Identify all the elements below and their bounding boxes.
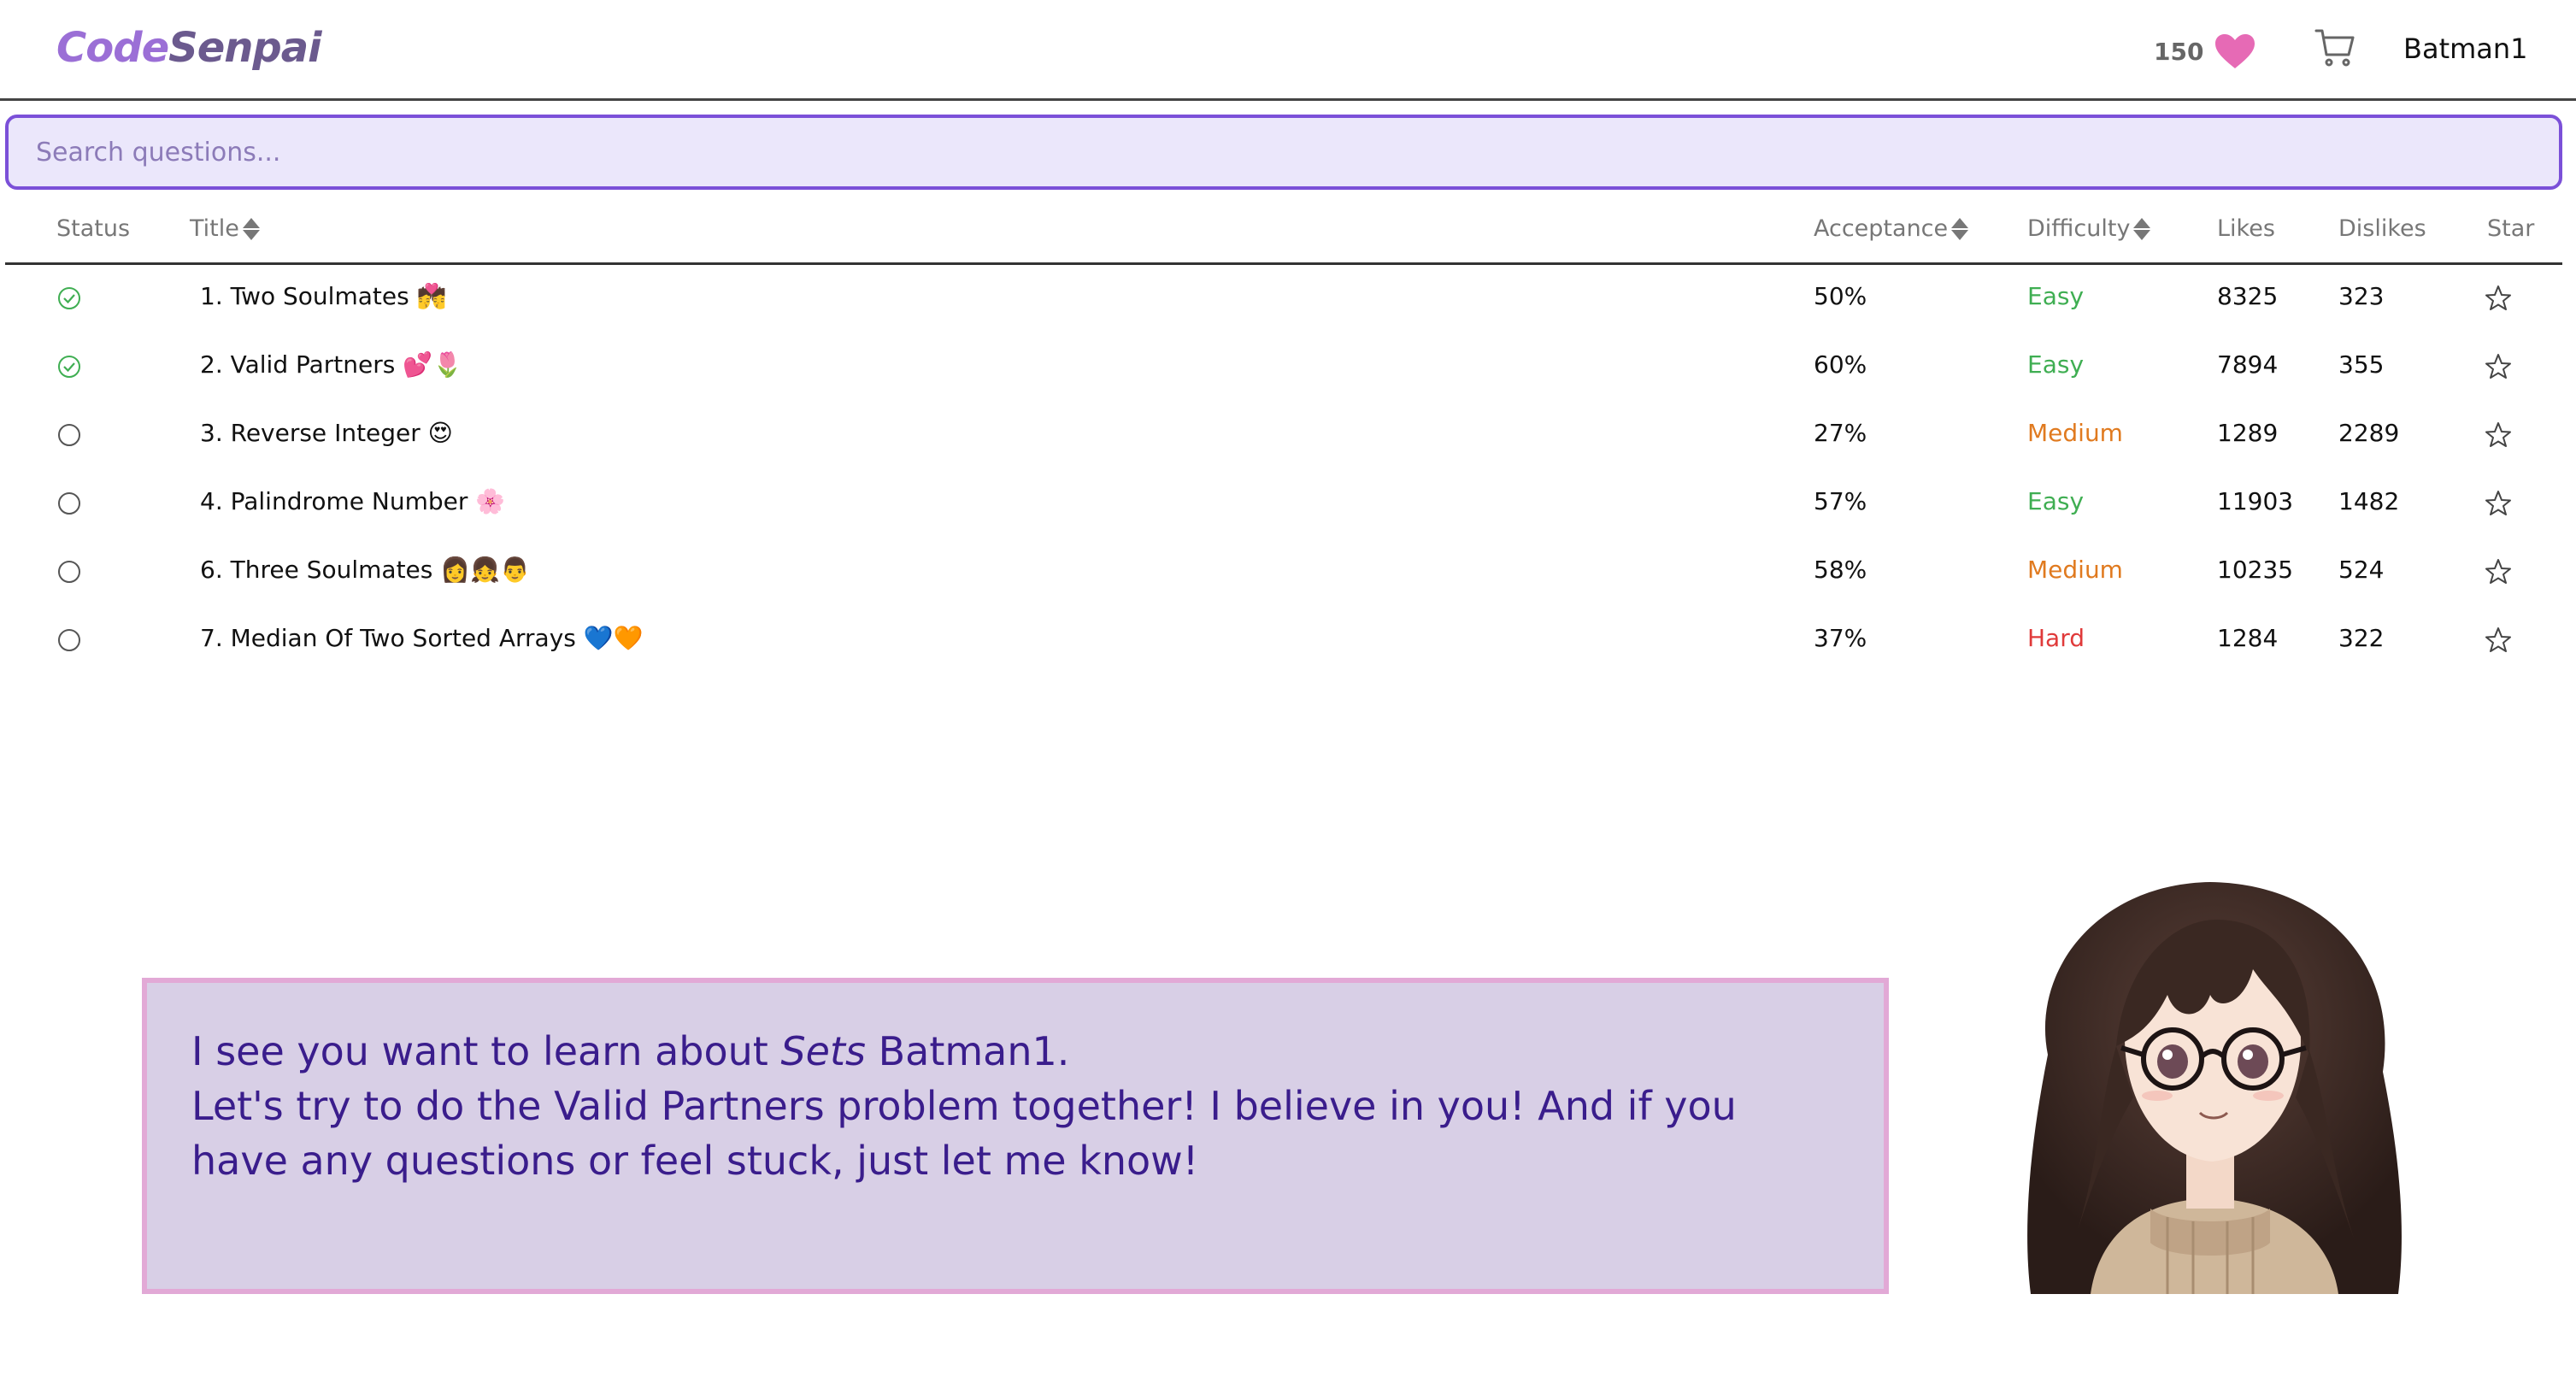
likes-count: 1289 [2217,419,2279,447]
senpai-chat-bubble: I see you want to learn about Sets Batma… [142,978,1889,1294]
difficulty-label: Hard [2027,624,2085,652]
logo-code: Code [56,24,169,72]
check-circle-icon [58,356,80,378]
dislikes-count: 323 [2338,282,2385,310]
likes-count: 10235 [2217,556,2294,584]
top-navbar: CodeSenpai 150 Batman1 [0,0,2576,101]
empty-circle-icon [58,629,80,651]
acceptance-rate: 27% [1814,419,1867,447]
empty-circle-icon [58,424,80,446]
check-circle-icon [58,287,80,309]
sort-icon[interactable] [1951,216,1969,242]
hearts-counter[interactable]: 150 [2154,32,2256,70]
sort-icon[interactable] [242,216,260,242]
acceptance-rate: 60% [1814,350,1867,379]
star-outline-icon[interactable] [2484,421,2513,450]
table-row[interactable]: 7. Median Of Two Sorted Arrays 💙🧡 37% Hard… [5,607,2562,675]
chat-line-1: I see you want to learn about Sets Batma… [191,1024,1839,1079]
column-difficulty[interactable]: Difficulty [2027,215,2151,242]
dislikes-count: 1482 [2338,487,2400,515]
difficulty-label: Easy [2027,350,2085,379]
likes-count: 11903 [2217,487,2294,515]
dislikes-count: 524 [2338,556,2385,584]
likes-count: 8325 [2217,282,2279,310]
column-acceptance[interactable]: Acceptance [1814,215,1969,242]
acceptance-rate: 57% [1814,487,1867,515]
senpai-avatar [2027,882,2402,1294]
problem-title[interactable]: 7. Median Of Two Sorted Arrays 💙🧡 [200,624,643,652]
star-outline-icon[interactable] [2484,557,2513,586]
logo-senpai: Senpai [168,24,321,72]
dislikes-count: 322 [2338,624,2385,652]
star-outline-icon[interactable] [2484,626,2513,655]
table-header: Status Title Acceptance Difficulty Likes… [5,205,2562,265]
column-star-label: Star [2487,215,2535,242]
column-dislikes-label: Dislikes [2338,215,2426,242]
problem-title[interactable]: 6. Three Soulmates 👩👧👨 [200,556,530,584]
acceptance-rate: 58% [1814,556,1867,584]
table-row[interactable]: 1. Two Soulmates 💏 50% Easy 8325 323 [5,265,2562,333]
problem-title[interactable]: 2. Valid Partners 💕🌷 [200,350,462,379]
star-outline-icon[interactable] [2484,352,2513,381]
column-status-label: Status [56,215,131,242]
difficulty-label: Medium [2027,556,2123,584]
column-dislikes: Dislikes [2338,215,2426,242]
column-difficulty-label: Difficulty [2027,215,2131,242]
sort-icon[interactable] [2133,216,2151,242]
column-title[interactable]: Title [190,215,260,242]
dislikes-count: 355 [2338,350,2385,379]
chat-line-1-suffix: Batman1. [865,1028,1070,1074]
star-outline-icon[interactable] [2484,489,2513,518]
star-outline-icon[interactable] [2484,284,2513,313]
search-input[interactable] [5,115,2562,190]
acceptance-rate: 50% [1814,282,1867,310]
username[interactable]: Batman1 [2403,32,2528,65]
difficulty-label: Easy [2027,487,2085,515]
likes-count: 1284 [2217,624,2279,652]
heart-icon [2215,34,2255,68]
chat-line-2: Let's try to do the Valid Partners probl… [191,1083,1737,1184]
column-likes-label: Likes [2217,215,2275,242]
cart-icon[interactable] [2313,26,2357,70]
chat-topic: Sets [780,1028,866,1074]
hearts-count: 150 [2154,37,2204,66]
logo[interactable]: CodeSenpai [56,24,322,72]
problem-title[interactable]: 4. Palindrome Number 🌸 [200,487,505,515]
likes-count: 7894 [2217,350,2279,379]
column-status: Status [56,215,130,242]
column-acceptance-label: Acceptance [1814,215,1949,242]
empty-circle-icon [58,492,80,515]
column-likes: Likes [2217,215,2275,242]
table-row[interactable]: 4. Palindrome Number 🌸 57% Easy 11903 1482 [5,470,2562,538]
acceptance-rate: 37% [1814,624,1867,652]
column-title-label: Title [190,215,239,242]
difficulty-label: Medium [2027,419,2123,447]
dislikes-count: 2289 [2338,419,2400,447]
difficulty-label: Easy [2027,282,2085,310]
empty-circle-icon [58,561,80,583]
problem-title[interactable]: 1. Two Soulmates 💏 [200,282,446,310]
column-star: Star [2487,215,2534,242]
chat-line-1-prefix: I see you want to learn about [191,1028,781,1074]
problem-title[interactable]: 3. Reverse Integer 😍 [200,419,453,447]
table-row[interactable]: 3. Reverse Integer 😍 27% Medium 1289 2289 [5,402,2562,470]
table-row[interactable]: 2. Valid Partners 💕🌷 60% Easy 7894 355 [5,333,2562,402]
table-row[interactable]: 6. Three Soulmates 👩👧👨 58% Medium 10235 524 [5,538,2562,607]
